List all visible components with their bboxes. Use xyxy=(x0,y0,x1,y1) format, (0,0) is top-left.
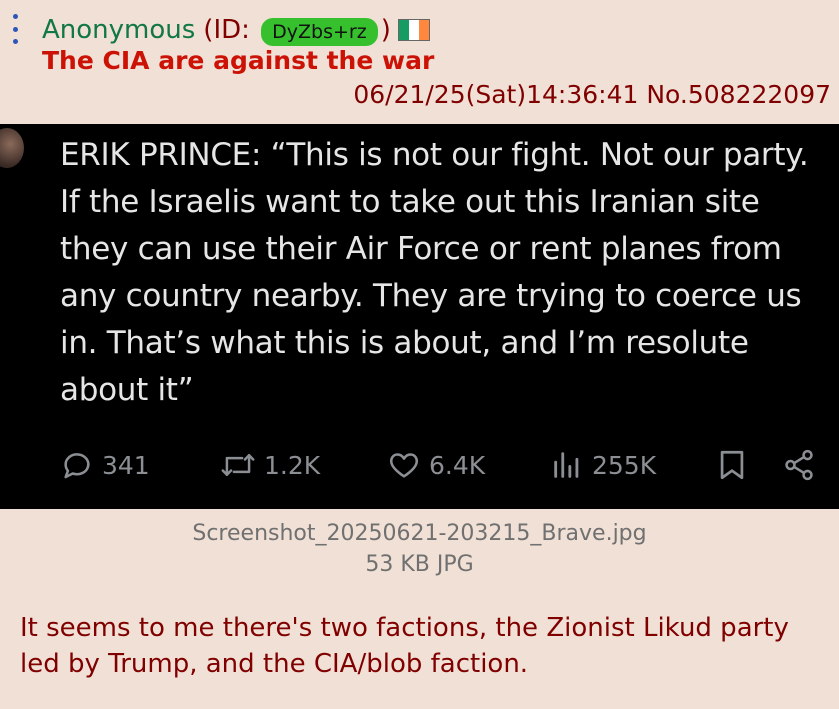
poster-id-badge[interactable]: DyZbs+rz xyxy=(261,17,378,46)
post-header: Anonymous (ID: DyZbs+rz) The CIA are aga… xyxy=(0,0,839,122)
like-count: 6.4K xyxy=(429,450,486,480)
ireland-flag-icon xyxy=(397,19,430,41)
heart-icon xyxy=(389,453,419,478)
bookmark-icon xyxy=(720,450,744,480)
file-size: 53 KB JPG xyxy=(365,552,474,577)
views-action: 255K xyxy=(550,442,656,488)
post-menu-icon[interactable] xyxy=(10,14,20,44)
post-image[interactable]: ERIK PRINCE: “This is not our fight. Not… xyxy=(0,124,839,509)
retweet-action: 1.2K xyxy=(220,442,320,488)
file-name-link[interactable]: Screenshot_20250621-203215_Brave.jpg xyxy=(0,518,839,549)
post-number-link[interactable]: No.508222097 xyxy=(646,80,831,109)
retweet-count: 1.2K xyxy=(264,450,321,480)
bookmark-action xyxy=(715,442,749,488)
views-icon xyxy=(554,452,579,478)
views-count: 255K xyxy=(592,450,657,480)
post-comment: It seems to me there's two factions, the… xyxy=(20,613,789,679)
poster-name: Anonymous xyxy=(42,15,196,45)
share-icon xyxy=(785,449,813,481)
post-meta: 06/21/25(Sat)14:36:41 No.508222097 xyxy=(353,80,831,109)
retweet-icon xyxy=(221,454,255,476)
poster-id-prefix: (ID: xyxy=(203,14,250,45)
tweet-text: ERIK PRINCE: “This is not our fight. Not… xyxy=(60,137,809,408)
poster-id: (ID: DyZbs+rz) xyxy=(203,15,391,46)
poster-id-suffix: ) xyxy=(380,14,391,45)
tweet-actions: 341 1.2K 6.4K 255K xyxy=(60,442,835,488)
like-action: 6.4K xyxy=(387,442,485,488)
poster-info: Anonymous (ID: DyZbs+rz) xyxy=(42,12,430,48)
post-subject: The CIA are against the war xyxy=(42,46,435,75)
reply-count: 341 xyxy=(102,450,150,480)
post-datetime: 06/21/25(Sat)14:36:41 xyxy=(353,80,639,109)
share-action xyxy=(782,442,816,488)
file-info: Screenshot_20250621-203215_Brave.jpg 53 … xyxy=(0,518,839,580)
avatar xyxy=(0,128,24,168)
reply-icon xyxy=(64,453,90,479)
reply-action: 341 xyxy=(60,442,150,488)
